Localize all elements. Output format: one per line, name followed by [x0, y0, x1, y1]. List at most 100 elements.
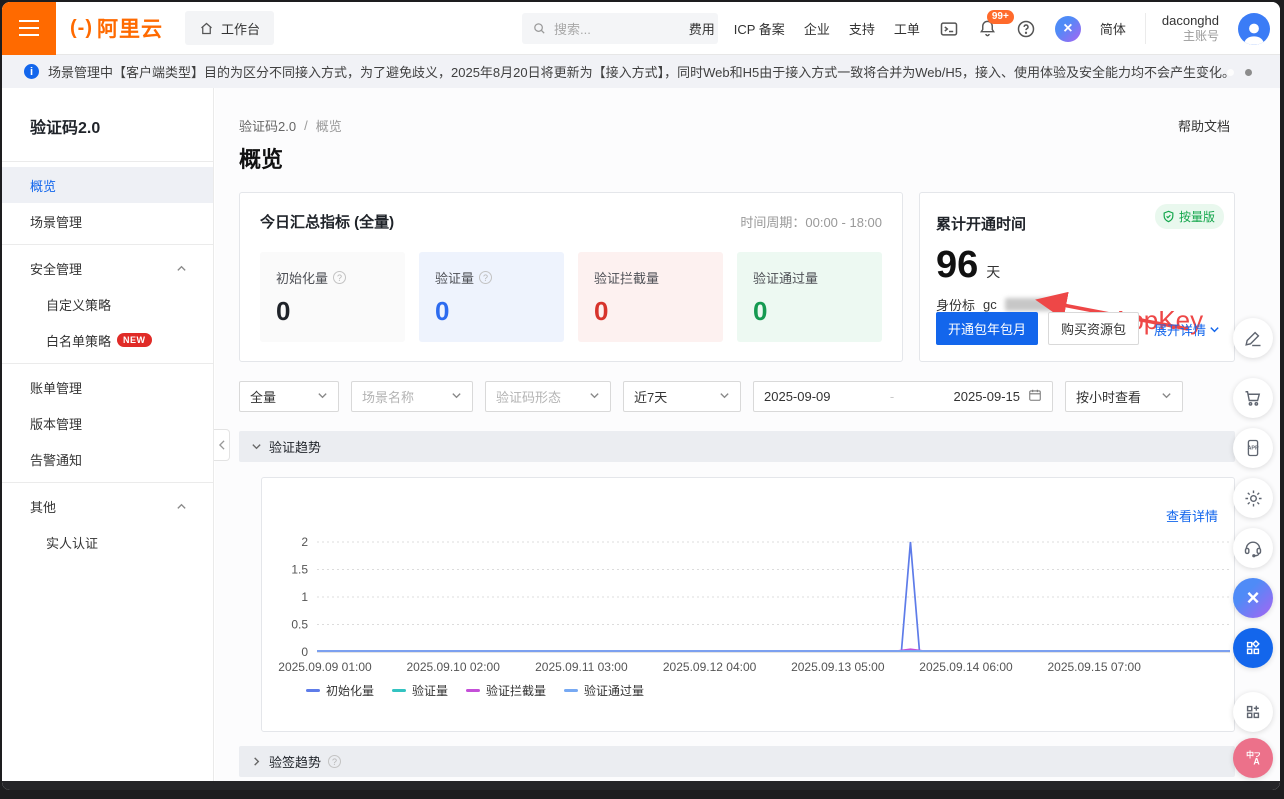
sidebar-item-白名单策略[interactable]: 白名单策略NEW	[2, 322, 213, 358]
terminal-icon[interactable]	[939, 19, 959, 39]
topbar-link-企业[interactable]: 企业	[804, 19, 830, 38]
user-account[interactable]: daconghd 主账号	[1145, 13, 1219, 44]
language-switch[interactable]: 简体	[1100, 19, 1126, 38]
filter-dropdown-全量[interactable]: 全量	[239, 381, 339, 412]
sidebar-item-场景管理[interactable]: 场景管理	[2, 203, 213, 239]
chart-x-axis-labels: 2025.09.09 01:002025.09.10 02:002025.09.…	[262, 660, 1236, 676]
legend-label: 验证拦截量	[486, 682, 546, 699]
metrics-period: 时间周期：00:00 - 18:00	[740, 212, 882, 231]
legend-item-验证通过量[interactable]: 验证通过量	[564, 682, 644, 699]
topbar-link-ICP 备案[interactable]: ICP 备案	[734, 19, 785, 38]
help-circle-icon[interactable]: ?	[328, 755, 341, 768]
metric-tile-验证通过量: 验证通过量0	[737, 252, 882, 342]
view-granularity-dropdown[interactable]: 按小时查看	[1065, 381, 1183, 412]
settings-gear-icon[interactable]	[1233, 478, 1273, 518]
sidebar-title: 验证码2.0	[2, 88, 213, 156]
assistant-x-icon[interactable]: ×	[1055, 16, 1081, 42]
topbar-link-工单[interactable]: 工单	[894, 19, 920, 38]
legend-item-验证量[interactable]: 验证量	[392, 682, 448, 699]
identity-value-prefix: gc	[983, 297, 997, 312]
y-tick-label: 2	[301, 535, 308, 549]
avatar[interactable]	[1238, 13, 1270, 45]
sidebar-item-自定义策略[interactable]: 自定义策略	[2, 286, 213, 322]
notification-bell-icon[interactable]: 99+	[978, 19, 997, 38]
aliyun-logo-mark: (-)	[70, 17, 93, 40]
filter-value: 按小时查看	[1076, 387, 1141, 406]
filter-dropdown-验证码形态[interactable]: 验证码形态	[485, 381, 611, 412]
sidebar-nav: 概览场景管理安全管理自定义策略白名单策略NEW 账单管理版本管理告警通知其他实人认…	[2, 167, 213, 560]
metric-tile-验证拦截量: 验证拦截量0	[578, 252, 723, 342]
chevron-down-icon	[589, 390, 600, 401]
sidebar-collapse-handle[interactable]	[214, 429, 230, 461]
home-icon	[199, 21, 214, 36]
metric-label: 验证通过量	[753, 268, 866, 287]
collapse-chevron-icon[interactable]	[176, 262, 187, 277]
plan-card: 按量版 累计开通时间 96 天 身份标 gc AppKey 开通包年包月 购买资…	[919, 192, 1235, 362]
hamburger-menu-icon[interactable]	[2, 2, 56, 55]
sidebar-item-账单管理[interactable]: 账单管理	[2, 369, 213, 405]
legend-color-dash	[564, 689, 578, 692]
open-days-unit: 天	[986, 262, 1000, 282]
carousel-dot-1[interactable]	[1227, 69, 1234, 76]
chevron-down-icon	[251, 441, 262, 452]
help-circle-icon[interactable]: ?	[333, 271, 346, 284]
y-tick-label: 0	[301, 645, 308, 659]
open-subscription-button[interactable]: 开通包年包月	[936, 312, 1038, 345]
metrics-card-title: 今日汇总指标 (全量)	[260, 211, 394, 232]
filter-dropdown-近7天[interactable]: 近7天	[623, 381, 741, 412]
app-download-icon[interactable]: APP	[1233, 428, 1273, 468]
aliyun-logo[interactable]: (-) 阿里云	[70, 13, 163, 43]
filter-dropdown-场景名称[interactable]: 场景名称	[351, 381, 473, 412]
chevron-down-icon	[317, 390, 328, 401]
sidebar-item-安全管理[interactable]: 安全管理	[2, 250, 213, 286]
breadcrumb-current: 概览	[316, 116, 342, 135]
assistant-x-icon[interactable]: ×	[1233, 578, 1273, 618]
today-metrics-card: 今日汇总指标 (全量) 时间周期：00:00 - 18:00 初始化量?0验证量…	[239, 192, 903, 362]
expand-detail-label: 展开详情	[1154, 320, 1206, 339]
metric-label: 验证量?	[435, 268, 548, 287]
edit-pencil-icon[interactable]	[1233, 318, 1273, 358]
sign-section-header[interactable]: 验签趋势 ?	[239, 746, 1235, 777]
translate-icon[interactable]: 中A	[1233, 738, 1273, 778]
navbar-right: 费用 ICP 备案企业支持工单 99+ × 简体 daconghd 主账号	[689, 2, 1270, 55]
shield-check-icon	[1162, 210, 1175, 223]
new-badge: NEW	[117, 333, 152, 347]
identity-value-redacted	[1005, 298, 1061, 311]
filter-value: 全量	[250, 387, 276, 406]
page-title: 概览	[239, 142, 283, 174]
date-range-picker[interactable]: 2025-09-09-2025-09-15	[753, 381, 1053, 412]
sidebar-item-告警通知[interactable]: 告警通知	[2, 441, 213, 477]
x-tick-label: 2025.09.12 04:00	[645, 660, 775, 674]
collapse-chevron-icon[interactable]	[176, 500, 187, 515]
sidebar-item-概览[interactable]: 概览	[2, 167, 213, 203]
legend-item-验证拦截量[interactable]: 验证拦截量	[466, 682, 546, 699]
sidebar-item-版本管理[interactable]: 版本管理	[2, 405, 213, 441]
breadcrumb-root[interactable]: 验证码2.0	[239, 116, 296, 135]
add-apps-icon[interactable]	[1233, 692, 1273, 732]
topbar-menu: 费用 ICP 备案企业支持工单	[689, 19, 920, 38]
trend-section-header[interactable]: 验证趋势	[239, 431, 1235, 462]
expand-detail-link[interactable]: 展开详情	[1154, 320, 1220, 339]
top-navbar: (-) 阿里云 工作台 搜索... 费用ICP 备案企业支持工单 99+ × 简…	[2, 2, 1280, 55]
console-apps-icon[interactable]	[1233, 628, 1273, 668]
sidebar-item-实人认证[interactable]: 实人认证	[2, 524, 213, 560]
plan-type-badge[interactable]: 按量版	[1155, 204, 1224, 229]
carousel-dot-2[interactable]	[1245, 69, 1252, 76]
help-icon[interactable]	[1016, 19, 1036, 39]
help-circle-icon[interactable]: ?	[479, 271, 492, 284]
metric-label-text: 初始化量	[276, 268, 328, 287]
date-separator: -	[839, 389, 946, 404]
filter-value: 场景名称	[362, 387, 414, 406]
topbar-link-费用[interactable]: 费用	[689, 19, 715, 38]
buy-resource-pack-button[interactable]: 购买资源包	[1048, 312, 1139, 345]
taskbar-strip	[2, 781, 1280, 790]
support-headset-icon[interactable]	[1233, 528, 1273, 568]
help-doc-link[interactable]: 帮助文档	[1178, 116, 1230, 135]
divider	[2, 363, 213, 364]
workbench-button[interactable]: 工作台	[185, 11, 274, 45]
topbar-link-支持[interactable]: 支持	[849, 19, 875, 38]
metric-label: 初始化量?	[276, 268, 389, 287]
sidebar-item-其他[interactable]: 其他	[2, 488, 213, 524]
legend-item-初始化量[interactable]: 初始化量	[306, 682, 374, 699]
cart-icon[interactable]	[1233, 378, 1273, 418]
